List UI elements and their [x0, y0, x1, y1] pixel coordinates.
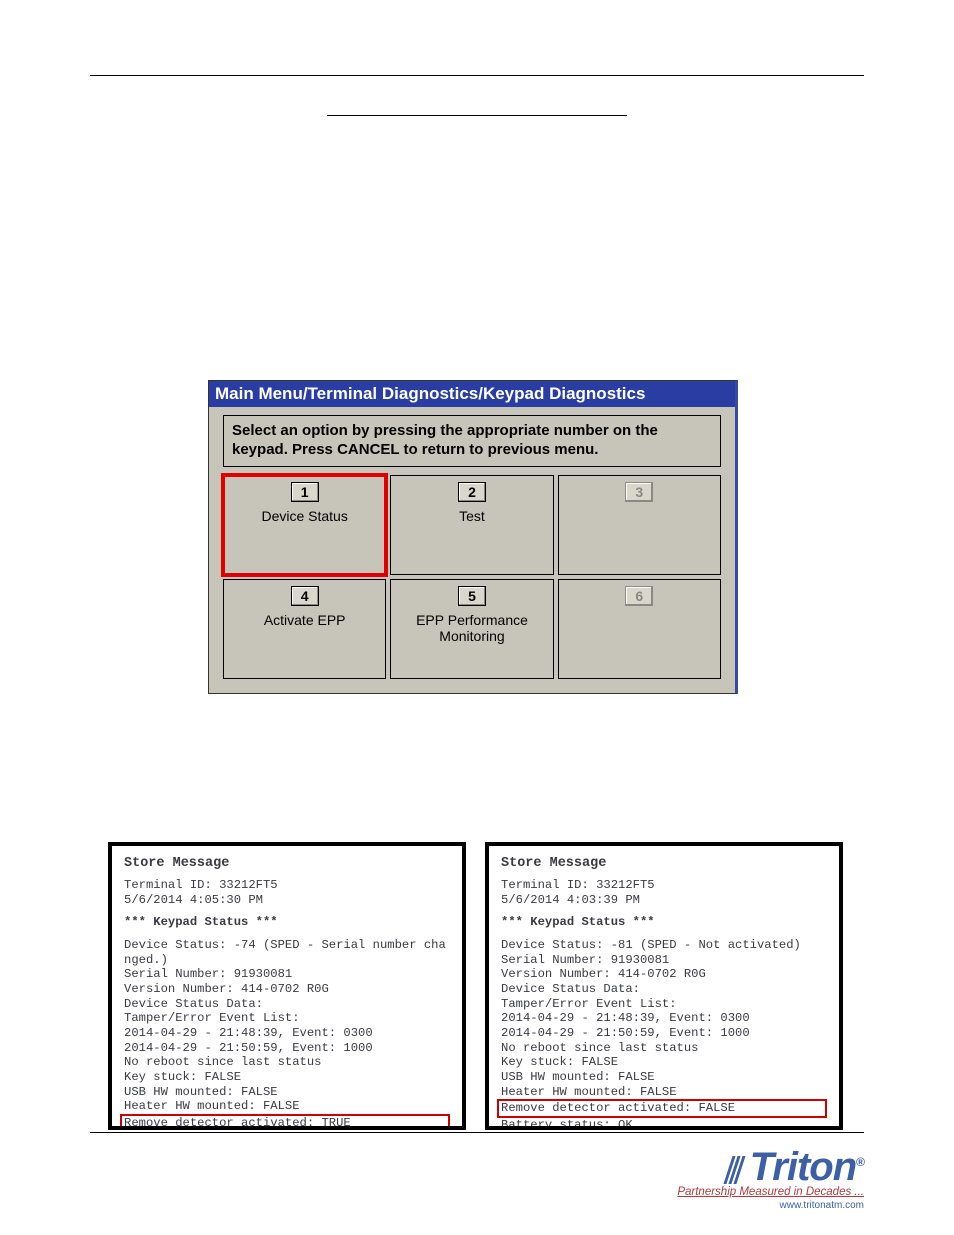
terminal-id: Terminal ID: 33212FT5: [501, 878, 827, 893]
status-line: 2014-04-29 - 21:48:39, Event: 0300: [124, 1026, 450, 1041]
option-label: Device Status: [230, 508, 379, 524]
status-line: Heater HW mounted: FALSE: [124, 1099, 450, 1114]
store-message-right: Store Message Terminal ID: 33212FT5 5/6/…: [485, 842, 843, 1130]
status-line: Heater HW mounted: FALSE: [501, 1085, 827, 1100]
status-line: USB HW mounted: FALSE: [124, 1085, 450, 1100]
status-line: 2014-04-29 - 21:50:59, Event: 1000: [124, 1041, 450, 1056]
option-1-device-status[interactable]: 1 Device Status: [223, 475, 386, 575]
option-number: 6: [625, 586, 653, 606]
status-line: USB HW mounted: FALSE: [501, 1070, 827, 1085]
dialog-instruction: Select an option by pressing the appropr…: [223, 415, 721, 467]
page-rule-bottom: [90, 1132, 864, 1133]
status-line: nged.): [124, 953, 450, 968]
remove-detector-highlight: Remove detector activated: TRUE: [120, 1114, 450, 1130]
status-line: Version Number: 414-0702 R0G: [124, 982, 450, 997]
status-line: Device Status: -74 (SPED - Serial number…: [124, 938, 450, 953]
option-6-disabled: 6: [558, 579, 721, 679]
timestamp: 5/6/2014 4:03:39 PM: [501, 893, 827, 908]
status-line: Serial Number: 91930081: [501, 953, 827, 968]
page-rule-top: [90, 75, 864, 76]
option-2-test[interactable]: 2 Test: [390, 475, 553, 575]
remove-detector-highlight: Remove detector activated: FALSE: [497, 1099, 827, 1118]
option-label: Test: [397, 508, 546, 524]
option-number: 2: [458, 482, 486, 502]
brand-name: Triton: [750, 1145, 864, 1190]
option-label: EPP Performance Monitoring: [397, 612, 546, 644]
status-line: Tamper/Error Event List:: [124, 1011, 450, 1026]
store-title: Store Message: [124, 856, 450, 872]
status-line: Tamper/Error Event List:: [501, 997, 827, 1012]
brand-url: www.tritonatm.com: [677, 1200, 864, 1211]
option-number: 4: [291, 586, 319, 606]
option-number: 1: [291, 482, 319, 502]
status-line: No reboot since last status: [124, 1055, 450, 1070]
timestamp: 5/6/2014 4:05:30 PM: [124, 893, 450, 908]
logo-strokes-icon: [728, 1156, 743, 1189]
option-label: Activate EPP: [230, 612, 379, 628]
option-number: 5: [458, 586, 486, 606]
option-4-activate-epp[interactable]: 4 Activate EPP: [223, 579, 386, 679]
option-number: 3: [625, 482, 653, 502]
terminal-id: Terminal ID: 33212FT5: [124, 878, 450, 893]
page-title-underline: [327, 115, 627, 116]
keypad-diagnostics-dialog: Main Menu/Terminal Diagnostics/Keypad Di…: [208, 380, 738, 694]
keypad-status-header: *** Keypad Status ***: [501, 915, 827, 930]
status-line: Key stuck: FALSE: [124, 1070, 450, 1085]
store-message-left: Store Message Terminal ID: 33212FT5 5/6/…: [108, 842, 466, 1130]
option-grid: 1 Device Status 2 Test 3 4 Activate EPP …: [223, 475, 721, 679]
dialog-title: Main Menu/Terminal Diagnostics/Keypad Di…: [209, 381, 735, 407]
option-5-epp-performance[interactable]: 5 EPP Performance Monitoring: [390, 579, 553, 679]
footer-logo-block: Triton Partnership Measured in Decades .…: [677, 1145, 864, 1211]
option-3-disabled: 3: [558, 475, 721, 575]
status-line: Device Status Data:: [124, 997, 450, 1012]
keypad-status-header: *** Keypad Status ***: [124, 915, 450, 930]
status-line: Serial Number: 91930081: [124, 967, 450, 982]
store-title: Store Message: [501, 856, 827, 872]
status-line: Version Number: 414-0702 R0G: [501, 967, 827, 982]
status-line: Device Status: -81 (SPED - Not activated…: [501, 938, 827, 953]
status-line: No reboot since last status: [501, 1041, 827, 1056]
status-line: Battery status: OK: [501, 1118, 827, 1130]
status-line: 2014-04-29 - 21:48:39, Event: 0300: [501, 1011, 827, 1026]
status-line: Key stuck: FALSE: [501, 1055, 827, 1070]
status-line: Device Status Data:: [501, 982, 827, 997]
status-line: 2014-04-29 - 21:50:59, Event: 1000: [501, 1026, 827, 1041]
